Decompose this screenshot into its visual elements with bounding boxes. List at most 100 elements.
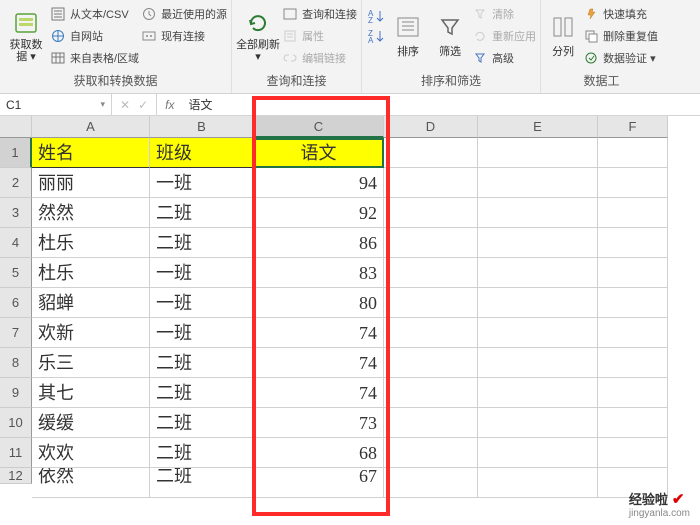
row-header[interactable]: 4 bbox=[0, 228, 32, 258]
cell[interactable]: 然然 bbox=[32, 198, 150, 228]
row-header[interactable]: 1 bbox=[0, 138, 32, 168]
cell[interactable] bbox=[598, 348, 668, 378]
cell[interactable] bbox=[598, 228, 668, 258]
row-header[interactable]: 12 bbox=[0, 468, 32, 484]
cell[interactable] bbox=[478, 468, 598, 498]
cell[interactable] bbox=[384, 468, 478, 498]
cell[interactable]: 一班 bbox=[150, 168, 254, 198]
enter-icon[interactable]: ✓ bbox=[138, 98, 148, 112]
col-header-D[interactable]: D bbox=[384, 116, 478, 138]
cell[interactable] bbox=[384, 258, 478, 288]
cell[interactable]: 姓名 bbox=[32, 138, 150, 168]
filter-button[interactable]: 筛选 bbox=[430, 2, 470, 70]
clear-filter-button[interactable]: 清除 bbox=[472, 4, 536, 24]
row-header[interactable]: 10 bbox=[0, 408, 32, 438]
fx-icon[interactable]: fx bbox=[157, 98, 182, 112]
cell[interactable] bbox=[384, 288, 478, 318]
grid[interactable]: A B C D E F 1 姓名 班级 语文 2丽丽一班94 3然然二班92 4… bbox=[0, 116, 700, 525]
cell[interactable]: 二班 bbox=[150, 438, 254, 468]
cell[interactable]: 其七 bbox=[32, 378, 150, 408]
flash-fill-button[interactable]: 快速填充 bbox=[583, 4, 658, 24]
cell[interactable] bbox=[598, 378, 668, 408]
cell[interactable]: 二班 bbox=[150, 468, 254, 498]
cell[interactable] bbox=[478, 378, 598, 408]
cell[interactable] bbox=[598, 318, 668, 348]
cancel-icon[interactable]: ✕ bbox=[120, 98, 130, 112]
existing-connections-button[interactable]: 现有连接 bbox=[141, 26, 227, 46]
cell[interactable] bbox=[384, 348, 478, 378]
cell[interactable] bbox=[598, 408, 668, 438]
cell[interactable]: 缓缓 bbox=[32, 408, 150, 438]
cell[interactable] bbox=[478, 288, 598, 318]
from-web-button[interactable]: 自网站 bbox=[50, 26, 139, 46]
col-header-B[interactable]: B bbox=[150, 116, 254, 138]
row-header[interactable]: 7 bbox=[0, 318, 32, 348]
cell[interactable] bbox=[478, 348, 598, 378]
cell[interactable]: 一班 bbox=[150, 288, 254, 318]
cell[interactable] bbox=[384, 168, 478, 198]
get-data-button[interactable]: 获取数 据 ▾ bbox=[4, 2, 48, 70]
formula-bar[interactable]: 语文 bbox=[182, 94, 700, 115]
cell[interactable]: 83 bbox=[254, 258, 384, 288]
cell[interactable]: 二班 bbox=[150, 348, 254, 378]
cell[interactable] bbox=[478, 168, 598, 198]
reapply-button[interactable]: 重新应用 bbox=[472, 26, 536, 46]
cell[interactable] bbox=[478, 138, 598, 168]
cell[interactable]: 貂蝉 bbox=[32, 288, 150, 318]
remove-duplicates-button[interactable]: 删除重复值 bbox=[583, 26, 658, 46]
cell[interactable] bbox=[478, 408, 598, 438]
cell[interactable]: 67 bbox=[254, 468, 384, 498]
cell[interactable] bbox=[478, 318, 598, 348]
cell[interactable]: 二班 bbox=[150, 378, 254, 408]
cell[interactable] bbox=[384, 318, 478, 348]
row-header[interactable]: 11 bbox=[0, 438, 32, 468]
cell[interactable]: 班级 bbox=[150, 138, 254, 168]
cell[interactable] bbox=[598, 198, 668, 228]
data-validation-button[interactable]: 数据验证 ▾ bbox=[583, 48, 658, 68]
col-header-F[interactable]: F bbox=[598, 116, 668, 138]
row-header[interactable]: 6 bbox=[0, 288, 32, 318]
cell[interactable]: 73 bbox=[254, 408, 384, 438]
cell[interactable]: 依然 bbox=[32, 468, 150, 498]
row-header[interactable]: 8 bbox=[0, 348, 32, 378]
cell[interactable]: 74 bbox=[254, 378, 384, 408]
recent-sources-button[interactable]: 最近使用的源 bbox=[141, 4, 227, 24]
cell[interactable] bbox=[384, 138, 478, 168]
row-header[interactable]: 9 bbox=[0, 378, 32, 408]
cell[interactable]: 欢新 bbox=[32, 318, 150, 348]
cell[interactable]: 二班 bbox=[150, 198, 254, 228]
cell[interactable]: 丽丽 bbox=[32, 168, 150, 198]
cell[interactable] bbox=[384, 228, 478, 258]
cell[interactable] bbox=[478, 198, 598, 228]
cell-active[interactable]: 语文 bbox=[254, 138, 384, 168]
advanced-filter-button[interactable]: 高级 bbox=[472, 48, 536, 68]
sort-asc-icon[interactable]: AZ bbox=[368, 8, 384, 24]
edit-links-button[interactable]: 编辑链接 bbox=[282, 48, 357, 68]
cell[interactable]: 74 bbox=[254, 348, 384, 378]
sort-desc-icon[interactable]: ZA bbox=[368, 28, 384, 44]
cell[interactable]: 74 bbox=[254, 318, 384, 348]
row-header[interactable]: 5 bbox=[0, 258, 32, 288]
cell[interactable]: 80 bbox=[254, 288, 384, 318]
cell[interactable]: 杜乐 bbox=[32, 258, 150, 288]
cell[interactable]: 一班 bbox=[150, 258, 254, 288]
cell[interactable] bbox=[478, 438, 598, 468]
cell[interactable] bbox=[598, 138, 668, 168]
col-header-C[interactable]: C bbox=[254, 116, 384, 138]
cell[interactable]: 68 bbox=[254, 438, 384, 468]
cell[interactable]: 92 bbox=[254, 198, 384, 228]
cell[interactable]: 94 bbox=[254, 168, 384, 198]
cell[interactable]: 86 bbox=[254, 228, 384, 258]
col-header-A[interactable]: A bbox=[32, 116, 150, 138]
from-text-csv-button[interactable]: 从文本/CSV bbox=[50, 4, 139, 24]
cell[interactable] bbox=[384, 408, 478, 438]
row-header[interactable]: 3 bbox=[0, 198, 32, 228]
select-all-corner[interactable] bbox=[0, 116, 32, 138]
cell[interactable]: 欢欢 bbox=[32, 438, 150, 468]
cell[interactable] bbox=[598, 288, 668, 318]
cell[interactable]: 二班 bbox=[150, 228, 254, 258]
cell[interactable]: 一班 bbox=[150, 318, 254, 348]
cell[interactable] bbox=[598, 438, 668, 468]
cell[interactable] bbox=[598, 168, 668, 198]
name-box[interactable]: C1 bbox=[0, 94, 112, 115]
